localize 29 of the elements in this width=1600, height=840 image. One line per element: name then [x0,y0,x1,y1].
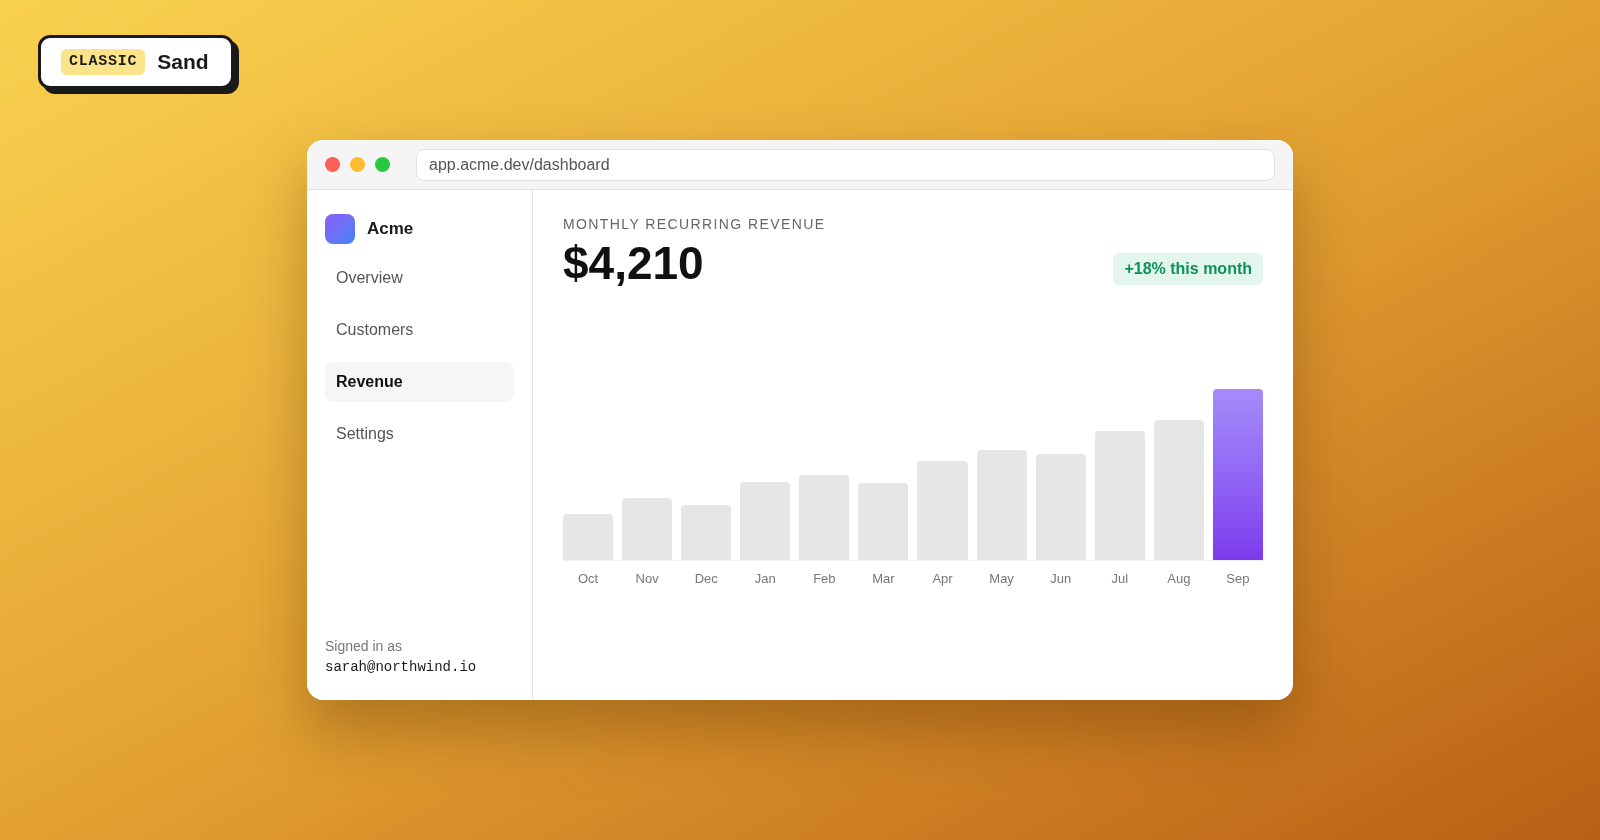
minimize-icon[interactable] [350,157,365,172]
brand-name: Acme [367,218,414,241]
address-bar[interactable]: app.acme.dev/dashboard [416,148,1275,181]
month-label: Mar [871,569,896,588]
style-name: Sand [157,49,209,76]
month-label: Jun [1049,569,1073,588]
month-label: May [988,569,1015,588]
month-label: Jul [1110,569,1130,588]
month-label: Jan [753,569,777,588]
month-label: Feb [812,569,837,588]
signed-in-label: Signed in as [325,637,404,656]
month-label: Oct [576,569,600,588]
metric-title: MONTHLY RECURRING REVENUE [563,215,827,234]
close-icon[interactable] [325,157,340,172]
style-tag: CLASSIC [61,48,146,76]
metric-value: $4,210 [563,236,704,291]
month-label: Apr [931,569,954,588]
month-label: Nov [634,569,660,588]
nav-item[interactable]: Settings [325,414,514,454]
month-label: Sep [1225,569,1251,588]
nav-item[interactable]: Overview [325,258,514,298]
month-label: Aug [1166,569,1192,588]
nav-item[interactable]: Revenue [325,362,514,402]
month-label: Dec [693,569,719,588]
logo-icon [325,214,355,244]
change-badge: +18% this month [1113,253,1263,285]
user-email: sarah@northwind.io [325,658,478,677]
maximize-icon[interactable] [375,157,390,172]
nav-item[interactable]: Customers [325,310,514,350]
